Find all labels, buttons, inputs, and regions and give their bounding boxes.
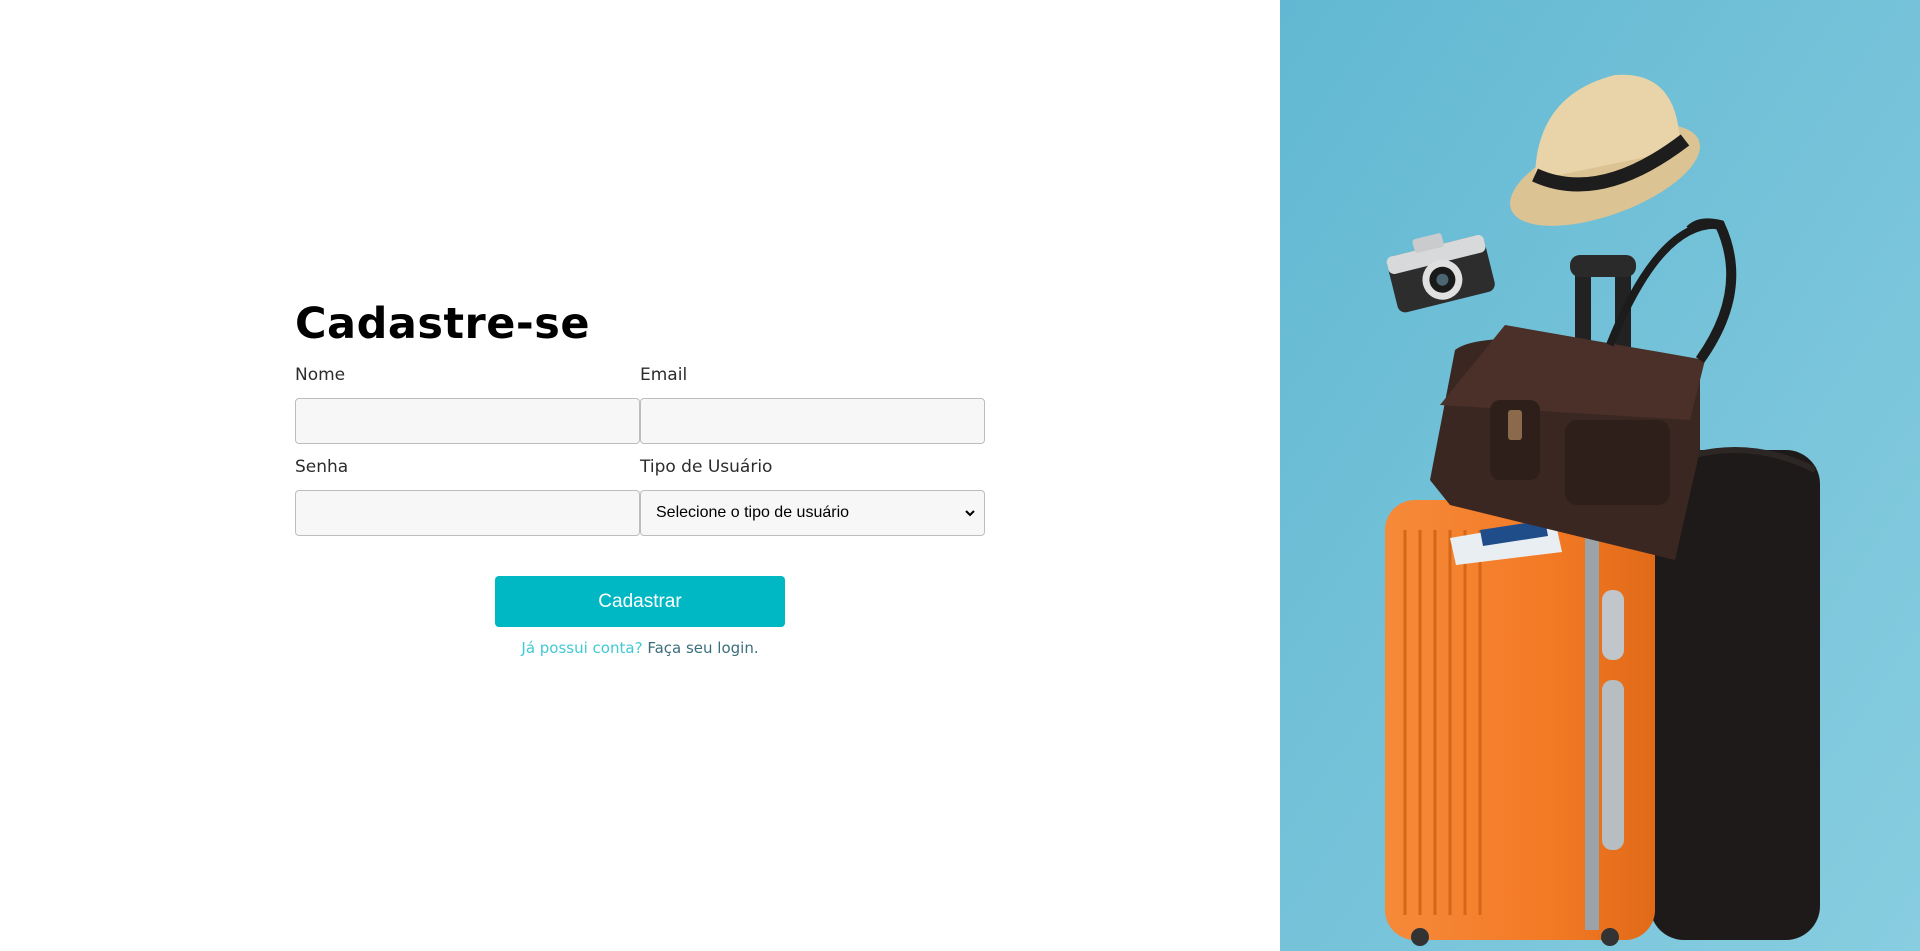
- user-type-select[interactable]: Selecione o tipo de usuário: [640, 490, 985, 536]
- signup-pane: Cadastre-se Nome Email Senha Tipo de Usu…: [0, 0, 1280, 951]
- submit-row: Cadastrar: [295, 576, 985, 627]
- user-type-selected-value: Selecione o tipo de usuário: [656, 504, 850, 521]
- email-input[interactable]: [640, 398, 985, 444]
- password-label: Senha: [295, 457, 349, 477]
- register-button[interactable]: Cadastrar: [495, 576, 785, 627]
- login-link[interactable]: Faça seu login.: [647, 639, 758, 657]
- login-prompt-row: Já possui conta? Faça seu login.: [295, 639, 985, 657]
- page-title: Cadastre-se: [295, 299, 590, 349]
- travel-luggage-image: [1280, 0, 1920, 951]
- form-grid: Nome Email Senha Tipo de Usuário Selecio…: [295, 364, 985, 536]
- password-input[interactable]: [295, 490, 640, 536]
- email-label: Email: [640, 365, 688, 385]
- name-input[interactable]: [295, 398, 640, 444]
- user-type-field-group: Tipo de Usuário Selecione o tipo de usuá…: [640, 456, 985, 536]
- email-field-group: Email: [640, 364, 985, 444]
- chevron-down-icon: [965, 510, 975, 517]
- password-field-group: Senha: [295, 456, 640, 536]
- login-question: Já possui conta?: [521, 639, 643, 657]
- signup-form: Cadastre-se Nome Email Senha Tipo de Usu…: [295, 296, 985, 657]
- name-label: Nome: [295, 365, 346, 385]
- name-field-group: Nome: [295, 364, 640, 444]
- user-type-label: Tipo de Usuário: [640, 457, 773, 477]
